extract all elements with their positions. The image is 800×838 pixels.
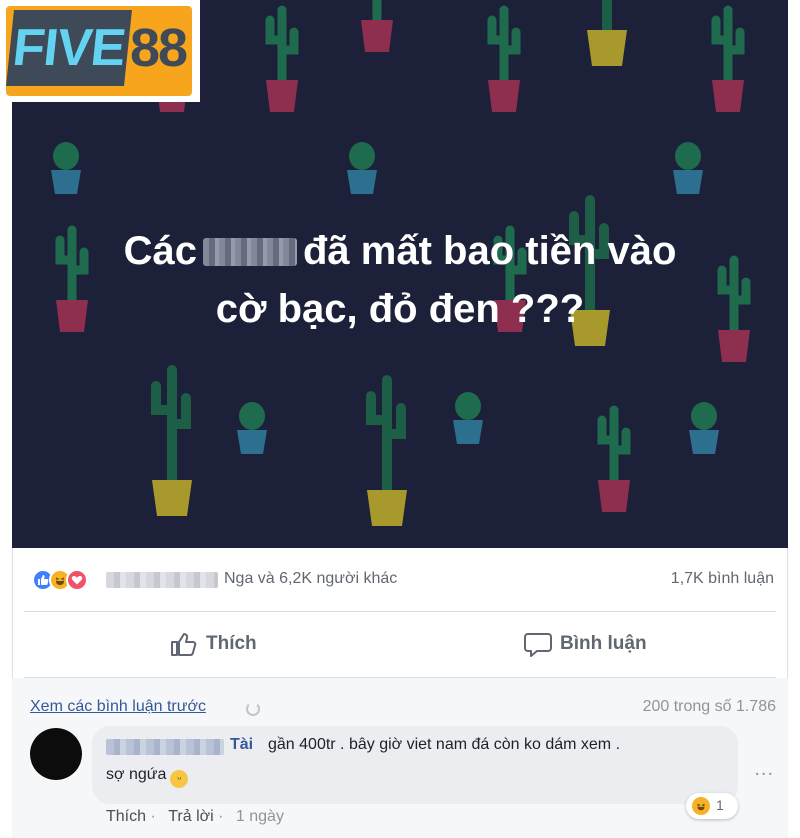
comment-count-link[interactable]: 1,7K bình luận xyxy=(671,570,774,588)
logo-word: FIVE xyxy=(6,10,132,86)
love-icon xyxy=(66,569,88,591)
comment-reaction-badge[interactable]: 1 xyxy=(686,793,738,819)
blurred-word xyxy=(202,238,297,266)
avatar[interactable] xyxy=(30,728,82,780)
comment-meta: Thích · Trả lời · 1 ngày xyxy=(106,808,284,825)
thumbs-up-icon xyxy=(171,632,197,656)
like-label: Thích xyxy=(206,633,257,654)
sweat-smile-emoji-icon: ᵕ xyxy=(170,770,189,788)
logo-number: 88 xyxy=(130,18,188,78)
blurred-commenter-name xyxy=(106,739,224,755)
like-button[interactable]: Thích xyxy=(170,628,257,660)
more-options-icon[interactable]: ... xyxy=(754,758,774,781)
comments-count: 200 trong số 1.786 xyxy=(642,698,776,715)
reactions-bar: Nga và 6,2K người khác 1,7K bình luận xyxy=(12,560,788,598)
comment-bubble: Tài gần 400tr . bây giờ viet nam đá còn … xyxy=(92,726,738,804)
haha-icon xyxy=(692,797,710,815)
post-text-prefix: Các xyxy=(123,229,197,273)
comments-section: Xem các bình luận trước 200 trong số 1.7… xyxy=(12,678,788,838)
comment-icon xyxy=(524,632,552,657)
post-text: Các đã mất bao tiền vào cờ bạc, đỏ đen ??… xyxy=(12,222,788,338)
comment-text-part: sợ ngứa xyxy=(106,766,167,783)
comment-label: Bình luận xyxy=(560,633,647,654)
action-row: Thích Bình luận xyxy=(12,612,788,676)
comment-button[interactable]: Bình luận xyxy=(524,628,647,660)
view-previous-comments-link[interactable]: Xem các bình luận trước xyxy=(30,698,206,716)
comment-like-link[interactable]: Thích xyxy=(106,808,146,825)
post-text-suffix: đã mất bao tiền vào xyxy=(302,229,677,273)
comment-text: gần 400tr . bây giờ viet nam đá còn ko d… xyxy=(268,736,621,753)
commenter-name-link[interactable]: Tài xyxy=(230,736,253,754)
comment-timestamp[interactable]: 1 ngày xyxy=(236,808,284,825)
reaction-summary[interactable]: Nga và 6,2K người khác xyxy=(224,570,397,588)
blurred-reactor-name xyxy=(106,572,218,588)
comment-reply-link[interactable]: Trả lời xyxy=(168,808,213,825)
five88-logo: FIVE 88 xyxy=(0,0,200,102)
comment-text-line2: sợ ngứa ᵕ xyxy=(106,766,189,788)
post-text-line2: cờ bạc, đỏ đen ??? xyxy=(215,287,585,331)
loading-spinner-icon xyxy=(246,702,260,716)
reaction-count: 1 xyxy=(716,797,724,813)
